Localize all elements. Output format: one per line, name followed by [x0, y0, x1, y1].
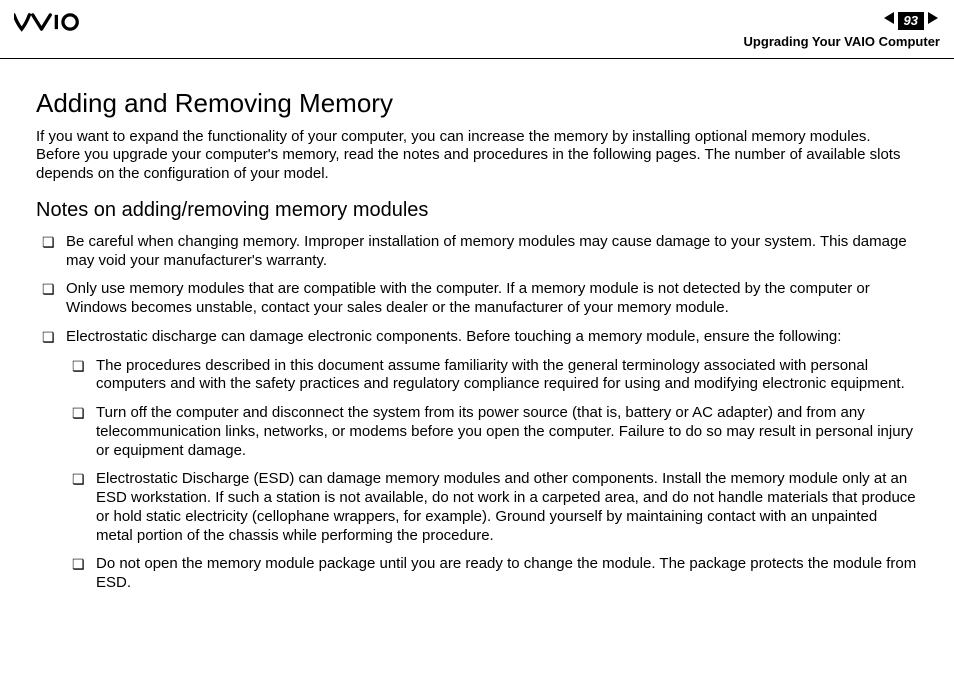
list-item: Do not open the memory module package un…: [66, 555, 918, 593]
list-item: Turn off the computer and disconnect the…: [66, 404, 918, 460]
subnote-text: Do not open the memory module package un…: [96, 555, 916, 591]
prev-page-button[interactable]: [882, 10, 898, 32]
subnote-text: The procedures described in this documen…: [96, 357, 905, 393]
subnote-text: Turn off the computer and disconnect the…: [96, 404, 913, 459]
intro-paragraph: If you want to expand the functionality …: [36, 128, 918, 184]
vaio-logo: [14, 10, 124, 32]
page-title: Adding and Removing Memory: [36, 87, 918, 120]
section-title: Upgrading Your VAIO Computer: [744, 34, 940, 50]
subnote-text: Electrostatic Discharge (ESD) can damage…: [96, 470, 916, 543]
notes-list: Be careful when changing memory. Imprope…: [36, 233, 918, 593]
page-header: 93 Upgrading Your VAIO Computer: [0, 0, 954, 59]
subnotes-list: The procedures described in this documen…: [66, 357, 918, 593]
list-item: Be careful when changing memory. Imprope…: [36, 233, 918, 271]
pager: 93: [882, 10, 940, 32]
note-text: Electrostatic discharge can damage elect…: [66, 328, 841, 345]
list-item: Electrostatic discharge can damage elect…: [36, 328, 918, 593]
page-number: 93: [898, 12, 924, 30]
list-item: The procedures described in this documen…: [66, 357, 918, 395]
subheading: Notes on adding/removing memory modules: [36, 198, 918, 223]
header-right: 93 Upgrading Your VAIO Computer: [744, 10, 940, 50]
list-item: Electrostatic Discharge (ESD) can damage…: [66, 470, 918, 545]
page-content: Adding and Removing Memory If you want t…: [0, 59, 954, 593]
note-text: Only use memory modules that are compati…: [66, 280, 870, 316]
list-item: Only use memory modules that are compati…: [36, 280, 918, 318]
next-page-button[interactable]: [924, 10, 940, 32]
note-text: Be careful when changing memory. Imprope…: [66, 233, 907, 269]
